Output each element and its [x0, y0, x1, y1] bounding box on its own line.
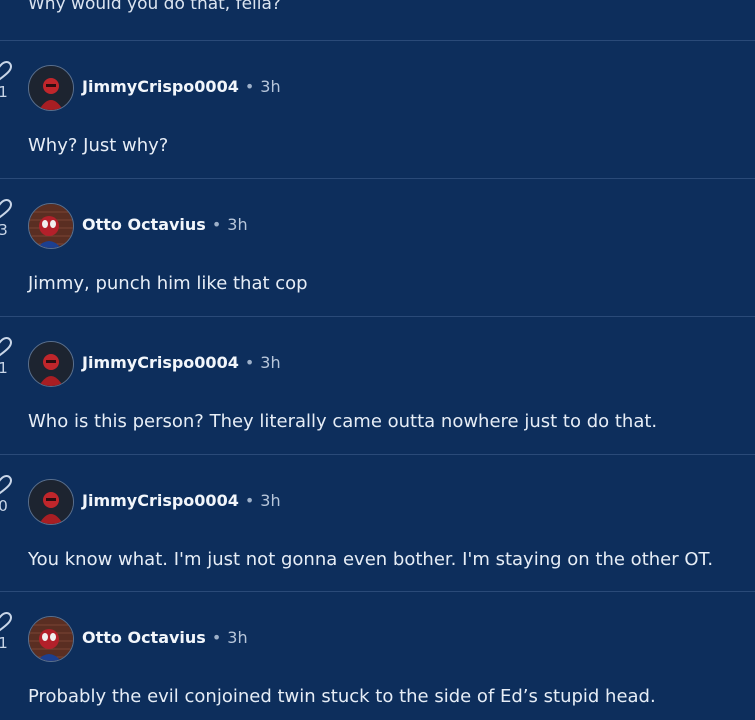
comment-header: Otto Octavius • 3h: [82, 215, 248, 234]
like-control[interactable]: 1: [0, 61, 12, 101]
like-count: 1: [0, 83, 8, 101]
red-hooded-avatar-icon[interactable]: [28, 341, 74, 387]
comment-text: Who is this person? They literally came …: [28, 411, 658, 432]
timestamp: 3h: [260, 491, 281, 510]
like-count: 3: [0, 221, 8, 239]
separator-dot: •: [211, 628, 222, 647]
comment-text: Probably the evil conjoined twin stuck t…: [28, 686, 656, 707]
like-control[interactable]: 1: [0, 612, 12, 652]
comment-header: JimmyCrispo0004 • 3h: [82, 491, 281, 510]
username-link[interactable]: Otto Octavius: [82, 215, 206, 234]
timestamp: 3h: [260, 77, 281, 96]
comment-text: You know what. I'm just not gonna even b…: [28, 549, 714, 570]
comment-header: JimmyCrispo0004 • 3h: [82, 353, 281, 372]
like-control[interactable]: 0: [0, 475, 12, 515]
separator-dot: •: [244, 491, 255, 510]
red-hooded-avatar-icon[interactable]: [28, 65, 74, 111]
comment-item: 3 Otto Octavius • 3h Jimmy, punch him like…: [0, 179, 755, 316]
comment-item: 0 JimmyCrispo0004 • 3h You know what. I'm …: [0, 455, 755, 592]
red-hooded-avatar-icon[interactable]: [28, 479, 74, 525]
comment-item: 1 JimmyCrispo0004 • 3h Why? Just why?: [0, 41, 755, 178]
heart-icon[interactable]: [0, 61, 12, 81]
separator-dot: •: [211, 215, 222, 234]
timestamp: 3h: [227, 215, 248, 234]
comment-header: JimmyCrispo0004 • 3h: [82, 77, 281, 96]
timestamp: 3h: [260, 353, 281, 372]
heart-icon[interactable]: [0, 475, 12, 495]
comment-text: Jimmy, punch him like that cop: [28, 273, 308, 294]
spider-man-brick-avatar-icon[interactable]: [28, 203, 74, 249]
comment-feed: Why would you do that, fella? 1 JimmyCri…: [0, 0, 755, 720]
separator-dot: •: [244, 353, 255, 372]
comment-text: Why? Just why?: [28, 135, 169, 156]
username-link[interactable]: JimmyCrispo0004: [82, 77, 239, 96]
comment-item: 1 JimmyCrispo0004 • 3h Who is this person?…: [0, 317, 755, 454]
previous-comment-text: Why would you do that, fella?: [28, 0, 281, 14]
heart-icon[interactable]: [0, 612, 12, 632]
like-control[interactable]: 1: [0, 337, 12, 377]
timestamp: 3h: [227, 628, 248, 647]
username-link[interactable]: JimmyCrispo0004: [82, 491, 239, 510]
separator-dot: •: [244, 77, 255, 96]
like-control[interactable]: 3: [0, 199, 12, 239]
comment-item: 1 Otto Octavius • 3h Probably the evil con…: [0, 592, 755, 720]
spider-man-brick-avatar-icon[interactable]: [28, 616, 74, 662]
heart-icon[interactable]: [0, 337, 12, 357]
username-link[interactable]: JimmyCrispo0004: [82, 353, 239, 372]
like-count: 1: [0, 634, 8, 652]
like-count: 0: [0, 497, 8, 515]
comment-header: Otto Octavius • 3h: [82, 628, 248, 647]
username-link[interactable]: Otto Octavius: [82, 628, 206, 647]
like-count: 1: [0, 359, 8, 377]
heart-icon[interactable]: [0, 199, 12, 219]
